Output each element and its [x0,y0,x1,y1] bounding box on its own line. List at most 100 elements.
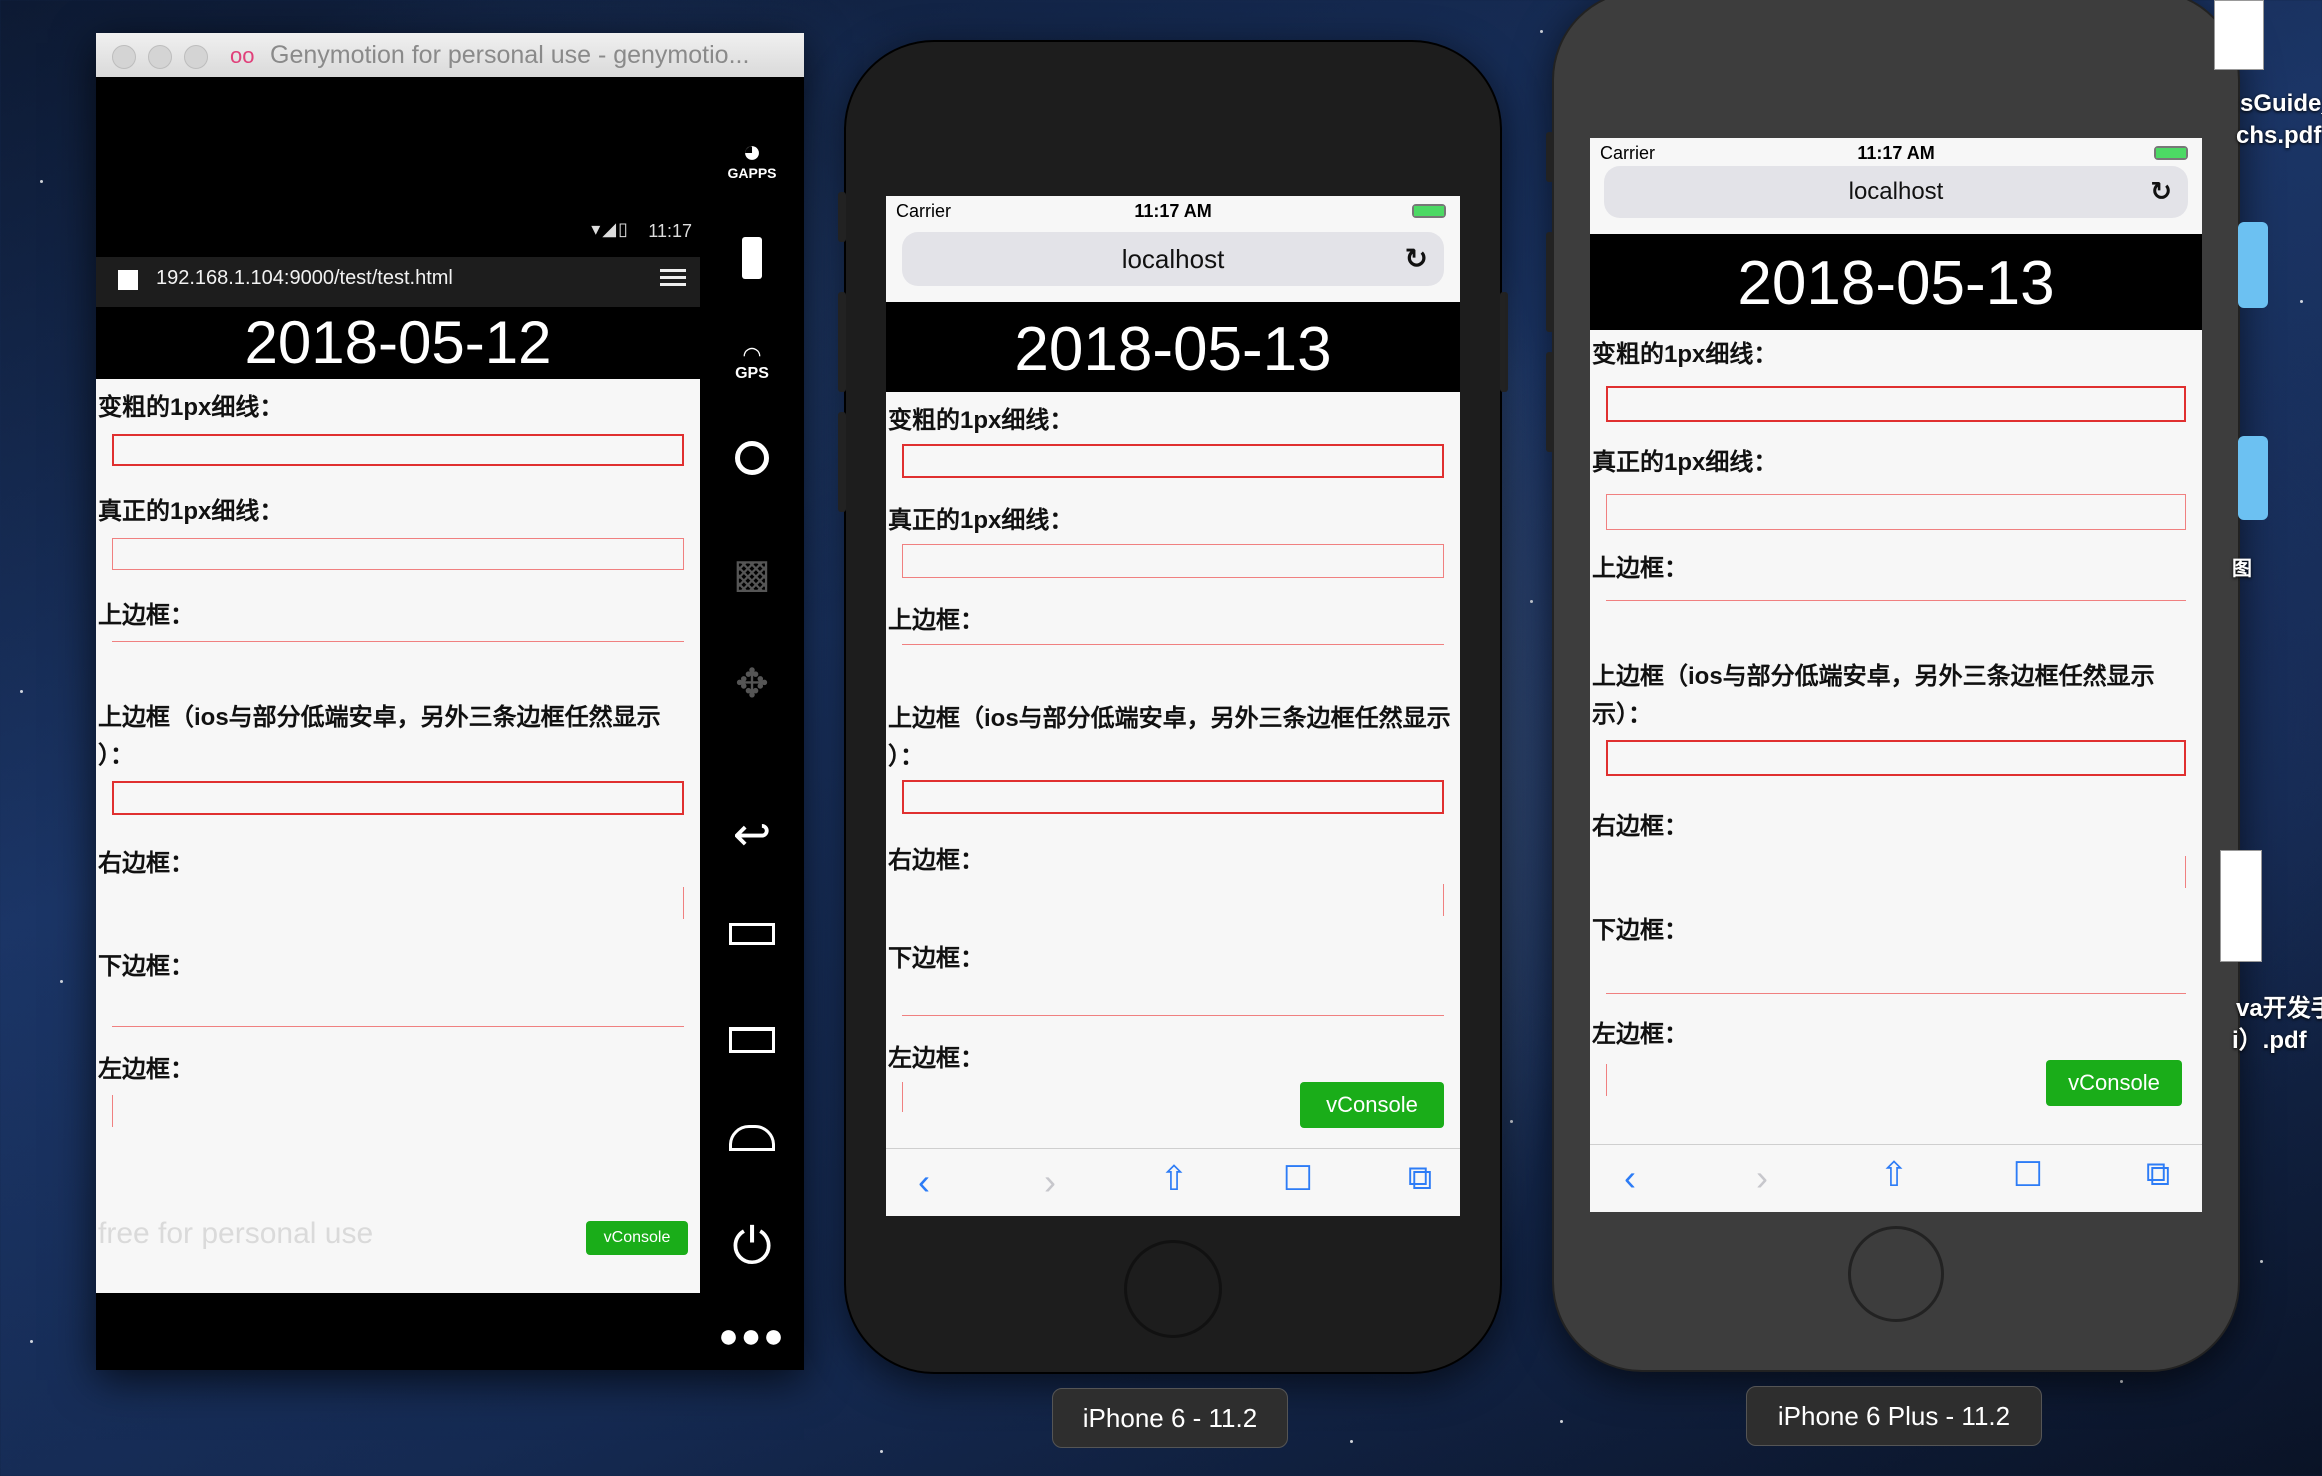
label-top-border-note-end: 示）： [1592,701,1652,728]
date-header: 2018-05-13 [886,302,1460,392]
desktop-file-label[interactable]: chs.pdf [2236,122,2321,150]
url-text[interactable]: 192.168.1.104:9000/test/test.html [156,267,453,290]
label-left-border: 左边框： [888,1045,984,1072]
iphone6plus-device-label: iPhone 6 Plus - 11.2 [1746,1386,2042,1446]
left-border-box [902,1082,904,1112]
home-button[interactable] [700,1125,804,1151]
gps-button[interactable]: ◠ GPS [700,344,804,383]
volume-up-button[interactable] [838,292,846,392]
share-icon[interactable]: ⇧ [1154,1159,1194,1199]
mute-switch[interactable] [838,192,846,242]
share-icon[interactable]: ⇧ [1874,1155,1914,1195]
thick-line-box [112,434,684,466]
minimize-window-button[interactable] [148,45,172,69]
battery-icon [2154,146,2188,160]
address-bar[interactable]: localhost ↻ [1604,166,2188,218]
iphone6plus-screen: Carrier 11:17 AM localhost ↻ 2018-05-13 … [1590,138,2202,1212]
zoom-window-button[interactable] [184,45,208,69]
label-true-line: 真正的1px细线： [98,498,284,525]
folder-icon[interactable] [2238,436,2268,520]
forward-icon[interactable]: › [1030,1161,1070,1203]
address-bar[interactable]: localhost ↻ [902,232,1444,286]
vconsole-button[interactable]: vConsole [586,1221,688,1255]
bottom-border-box [1606,992,2186,994]
reload-icon[interactable]: ↻ [1405,242,1428,275]
android-screen: ▾◢▯ 11:17 192.168.1.104:9000/test/test.h… [96,77,700,1293]
desktop-file-label[interactable]: va开发手 [2236,988,2322,1023]
document-icon[interactable] [2220,850,2262,962]
test-page: 变粗的1px细线： 真正的1px细线： 上边框： 上边框（ios与部分低端安卓，… [96,379,700,1293]
tabs-icon[interactable]: ⧉ [2138,1155,2178,1194]
back-icon[interactable]: ↩ [700,807,804,861]
volume-down-button[interactable] [1546,352,1554,452]
document-icon[interactable] [2214,0,2264,70]
label-bottom-border: 下边框： [1592,917,1688,944]
left-border-box [1606,1064,1608,1096]
right-border-box [682,887,684,919]
date-header: 2018-05-13 [1590,234,2202,330]
browser-menu-icon[interactable] [660,269,686,289]
label-top-border-note-end: ）： [98,742,134,769]
desktop-file-label[interactable]: 图 [2232,552,2252,581]
dpad-icon[interactable]: ✥ [700,661,804,707]
volume-down-button[interactable] [838,412,846,512]
label-bottom-border: 下边框： [98,953,194,980]
desktop-file-label[interactable]: i）.pdf [2232,1020,2307,1055]
bottom-border-box [902,1014,1444,1016]
address-host: localhost [1848,178,1944,205]
android-status-bar: ▾◢▯ 11:17 [96,217,700,247]
label-left-border: 左边框： [98,1056,194,1083]
recent-apps-icon [729,923,775,945]
volume-up-button[interactable] [1546,232,1554,332]
label-bottom-border: 下边框： [888,945,984,972]
recent-apps-button[interactable] [700,923,804,945]
camera-icon [735,441,769,475]
battery-icon [742,237,762,279]
address-host: localhost [1121,244,1225,274]
iphone6-screen: Carrier 11:17 AM localhost ↻ 2018-05-13 … [886,196,1460,1216]
label-right-border: 右边框： [888,847,984,874]
tab-icon[interactable] [118,270,138,290]
label-top-border: 上边框： [98,602,194,629]
all-border-box [902,780,1444,814]
reload-icon[interactable]: ↻ [2150,176,2172,207]
true-line-box [1606,494,2186,530]
forward-icon[interactable]: › [1742,1157,1782,1199]
genymotion-window: oo Genymotion for personal use - genymot… [96,33,804,1370]
thick-line-box [902,444,1444,478]
label-thick-line: 变粗的1px细线： [888,407,1074,434]
back-icon[interactable]: ‹ [1610,1157,1650,1199]
desktop-file-label[interactable]: sGuide_ [2240,90,2322,118]
more-icon[interactable]: ●●● [700,1317,804,1356]
menu-button[interactable] [700,1027,804,1053]
media-icon[interactable]: ▩ [700,551,804,597]
home-button[interactable] [1848,1226,1944,1322]
tabs-icon[interactable]: ⧉ [1400,1159,1440,1198]
browser-url-bar[interactable]: 192.168.1.104:9000/test/test.html [96,257,700,307]
back-icon[interactable]: ‹ [904,1161,944,1203]
label-right-border: 右边框： [98,850,194,877]
mute-switch[interactable] [1546,132,1554,182]
gapps-button[interactable]: ◕ GAPPS [700,135,804,181]
label-left-border: 左边框： [1592,1021,1688,1048]
all-border-box [1606,740,2186,776]
folder-icon[interactable] [2238,222,2268,308]
home-icon [729,1125,775,1151]
label-top-border: 上边框： [888,607,984,634]
side-power-button[interactable] [1500,292,1508,392]
window-titlebar: oo Genymotion for personal use - genymot… [96,33,804,78]
bookmarks-icon[interactable]: ☐ [2008,1155,2048,1195]
label-true-line: 真正的1px细线： [888,507,1074,534]
ios-status-bar: Carrier 11:17 AM [886,196,1460,226]
home-button[interactable] [1124,1240,1222,1338]
safari-toolbar: ‹ › ⇧ ☐ ⧉ [1590,1144,2202,1212]
vconsole-button[interactable]: vConsole [1300,1082,1444,1128]
bookmarks-icon[interactable]: ☐ [1278,1159,1318,1199]
battery-button[interactable] [700,237,804,279]
power-icon[interactable]: ⏻ [700,1217,804,1276]
label-thick-line: 变粗的1px细线： [1592,341,1778,368]
camera-button[interactable] [700,441,804,475]
right-border-box [2184,856,2186,888]
vconsole-button[interactable]: vConsole [2046,1060,2182,1106]
close-window-button[interactable] [112,45,136,69]
